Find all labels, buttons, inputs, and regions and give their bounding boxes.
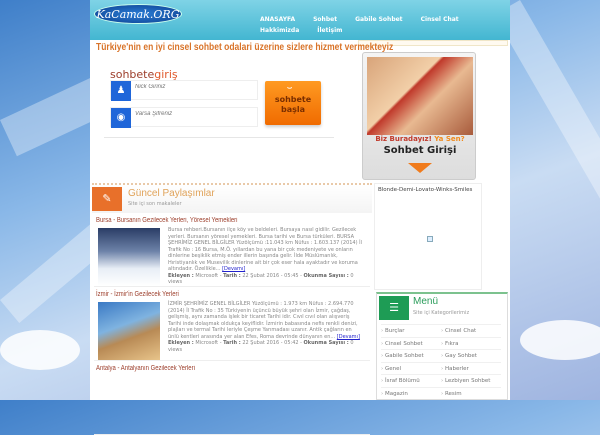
nav-hakkimizda[interactable]: Hakkimizda [260,27,299,34]
nav-sohbet[interactable]: Sohbet [313,16,337,23]
site-logo[interactable]: KaCamak.ORG [94,4,182,24]
widget-caption: Blonde-Demi-Lovato-Winks-Smiles [378,187,473,193]
cloud [520,320,600,360]
arrow-down-icon [408,163,432,173]
post-item: Antalya - Antalyanın Gezilecek Yerleri [94,361,370,435]
date-label: Tarih : [223,340,241,346]
post-title[interactable]: İzmir - İzmir'in Gezilecek Yerleri [96,291,179,298]
posts-subtitle: Site içi son makaleler [128,201,182,207]
read-more-link[interactable]: [Devamı] [337,334,360,340]
nav-anasayfa[interactable]: ANASAYFA [260,16,295,23]
reads-label: Okunma Sayısı : [303,340,349,346]
author: Microsoft [195,272,219,279]
smiley-widget: Blonde-Demi-Lovato-Winks-Smiles [374,183,482,290]
reads-label: Okunma Sayısı : [303,272,349,279]
menu-list: BurçlarCinsel ChatCinsel SohbetFıkraGabi… [381,324,505,399]
date-label: Tarih : [223,272,241,279]
menu-item[interactable]: İsraf Bölümü [381,374,441,387]
post-thumbnail[interactable] [98,228,160,286]
menu-item[interactable]: Resim [441,386,501,400]
smile-icon: ⌣ [287,83,293,92]
nick-field: ♟ [110,80,258,101]
cloud [0,330,80,370]
post-thumbnail[interactable] [98,302,160,360]
menu-item[interactable]: Burçlar [381,324,441,337]
password-field: ◉ [110,107,258,128]
author-label: Ekleyen : [168,272,194,279]
menu-title: Menü [413,296,439,307]
chat-bubble-icon: ◉ [111,108,131,128]
menu-item[interactable]: Fıkra [441,336,501,350]
post-excerpt: İZMİR ŞEHRİMİZ GENEL BİLGİLER Yüzölçümü … [168,301,360,353]
user-icon: ♟ [111,81,131,101]
pencil-icon: ✎ [92,187,122,211]
banner-line1b: Ya Sen? [434,135,465,143]
post-item: Bursa - Bursanın Gezilecek Yerleri, Yöre… [94,213,370,287]
banner-line1a: Biz Buradayız! [375,135,432,143]
author: Microsoft [195,340,219,346]
nav-gabile-sohbet[interactable]: Gabile Sohbet [355,16,403,23]
menu-item[interactable]: Genel [381,361,441,375]
author-label: Ekleyen : [168,340,194,346]
broken-image-icon [427,236,433,242]
menu-subtitle: Site içi Kategorilerimiz [413,310,470,316]
date: 22 Şubat 2016 - 05:42 [242,340,299,346]
list-settings-icon: ☰ [379,296,409,320]
main-nav: ANASAYFA Sohbet Gabile Sohbet Cinsel Chat Ha… [260,16,510,38]
post-title[interactable]: Bursa - Bursanın Gezilecek Yerleri, Yöre… [96,217,237,224]
date: 22 Şubat 2016 - 05:45 [242,272,299,279]
excerpt-text: Bursa rehberi.Bursanın ilçe köy ve belde… [168,227,363,272]
menu-item[interactable]: Gay Sohbet [441,349,501,362]
start-chat-button[interactable]: ⌣ sohbete başla [265,81,321,125]
post-excerpt: Bursa rehberi.Bursanın ilçe köy ve belde… [168,227,363,285]
banner-line1: Biz Buradayız! Ya Sen? [363,135,477,143]
menu-item[interactable]: Magazin [381,386,441,400]
read-more-link[interactable]: [Devamı] [222,266,245,272]
page: KaCamak.ORG ANASAYFA Sohbet Gabile Sohbet C… [90,0,510,435]
menu-item[interactable]: Lezbiyen Sohbet [441,374,501,387]
nav-iletisim[interactable]: İletişim [317,27,342,34]
menu-item[interactable]: Cinsel Chat [441,324,501,337]
banner-line2: Sohbet Girişi [383,145,457,156]
start-chat-label: sohbete başla [274,95,312,114]
excerpt-text: İZMİR ŞEHRİMİZ GENEL BİLGİLER Yüzölçümü … [168,301,358,340]
header: KaCamak.ORG ANASAYFA Sohbet Gabile Sohbet C… [90,0,510,40]
recent-posts: ✎ Güncel Paylaşımlar Site içi son makale… [92,183,372,435]
nav-cinsel-chat[interactable]: Cinsel Chat [421,16,459,23]
posts-title: Güncel Paylaşımlar [128,188,215,199]
menu-item[interactable]: Cinsel Sohbet [381,336,441,350]
banner-photo [367,57,473,135]
chat-entry-banner[interactable]: Biz Buradayız! Ya Sen? Sohbet Girişi [362,52,476,180]
post-title[interactable]: Antalya - Antalyanın Gezilecek Yerleri [96,365,195,372]
posts-header: ✎ Güncel Paylaşımlar Site içi son makale… [92,185,372,213]
nick-input[interactable] [135,84,253,90]
category-menu: ☰ Menü Site içi Kategorilerimiz BurçlarC… [376,292,508,400]
menu-item[interactable]: Haberler [441,361,501,375]
password-input[interactable] [135,111,253,117]
divider [104,137,334,138]
post-item: İzmir - İzmir'in Gezilecek Yerleri İZMİR… [94,287,370,361]
menu-item[interactable]: Gabile Sohbet [381,349,441,362]
tagline: Türkiye'nin en iyi cinsel sohbet odalari… [96,42,394,53]
